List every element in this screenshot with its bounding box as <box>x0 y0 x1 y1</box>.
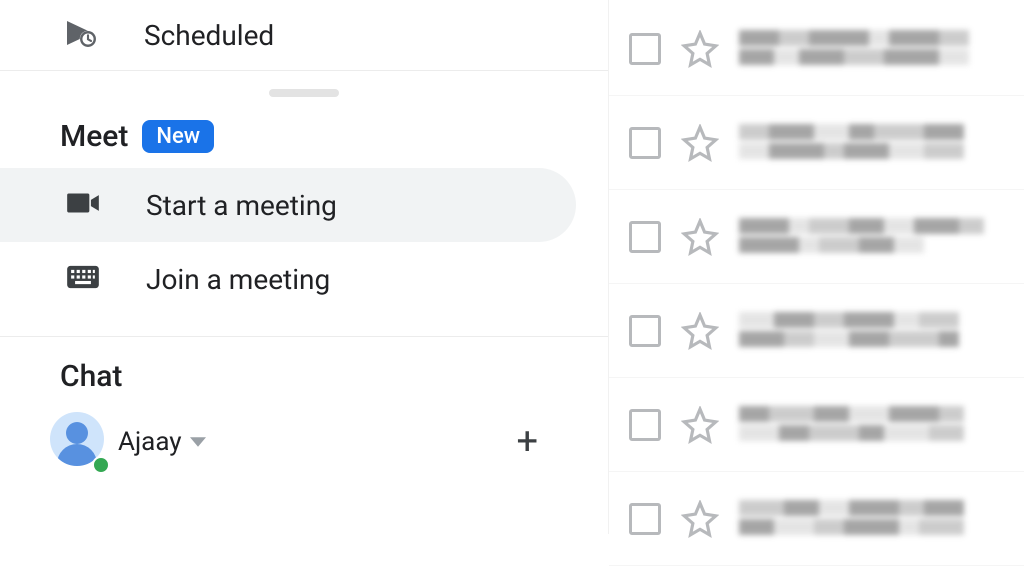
email-sender-redacted <box>739 30 989 68</box>
keyboard-icon <box>64 258 102 300</box>
chat-title: Chat <box>0 359 608 394</box>
presence-indicator <box>92 456 110 474</box>
chat-user-row[interactable]: Ajaay + <box>0 412 608 472</box>
select-checkbox[interactable] <box>629 221 661 253</box>
chat-section: Chat Ajaay + <box>0 337 608 472</box>
select-checkbox[interactable] <box>629 33 661 65</box>
email-sender-redacted <box>739 500 989 538</box>
scheduled-label: Scheduled <box>144 19 274 52</box>
star-icon[interactable] <box>681 124 719 162</box>
chevron-down-icon[interactable] <box>190 433 206 452</box>
meet-title: Meet <box>60 119 128 154</box>
join-meeting-button[interactable]: Join a meeting <box>0 242 576 316</box>
star-icon[interactable] <box>681 218 719 256</box>
sidebar-item-scheduled[interactable]: Scheduled <box>0 0 608 70</box>
select-checkbox[interactable] <box>629 409 661 441</box>
email-sender-redacted <box>739 218 989 256</box>
start-meeting-button[interactable]: Start a meeting <box>0 168 576 242</box>
email-sender-redacted <box>739 406 989 444</box>
star-icon[interactable] <box>681 30 719 68</box>
email-row[interactable] <box>609 2 1024 96</box>
join-meeting-label: Join a meeting <box>146 263 330 296</box>
videocam-icon <box>64 184 102 226</box>
divider <box>0 70 608 71</box>
email-row[interactable] <box>609 190 1024 284</box>
avatar <box>50 412 110 472</box>
email-sender-redacted <box>739 124 989 162</box>
select-checkbox[interactable] <box>629 315 661 347</box>
email-row[interactable] <box>609 284 1024 378</box>
new-badge: New <box>142 120 214 153</box>
email-row[interactable] <box>609 472 1024 566</box>
select-checkbox[interactable] <box>629 503 661 535</box>
sidebar: Scheduled Meet New Start a meeting <box>0 0 608 534</box>
chat-user-name: Ajaay <box>118 427 182 457</box>
star-icon[interactable] <box>681 500 719 538</box>
email-sender-redacted <box>739 312 989 350</box>
start-meeting-label: Start a meeting <box>146 189 337 222</box>
select-checkbox[interactable] <box>629 127 661 159</box>
star-icon[interactable] <box>681 312 719 350</box>
email-list <box>608 0 1024 534</box>
email-row[interactable] <box>609 378 1024 472</box>
star-icon[interactable] <box>681 406 719 444</box>
add-chat-button[interactable]: + <box>516 420 538 464</box>
email-row[interactable] <box>609 96 1024 190</box>
scheduled-icon <box>64 15 100 55</box>
meet-section-header: Meet New <box>0 93 608 168</box>
